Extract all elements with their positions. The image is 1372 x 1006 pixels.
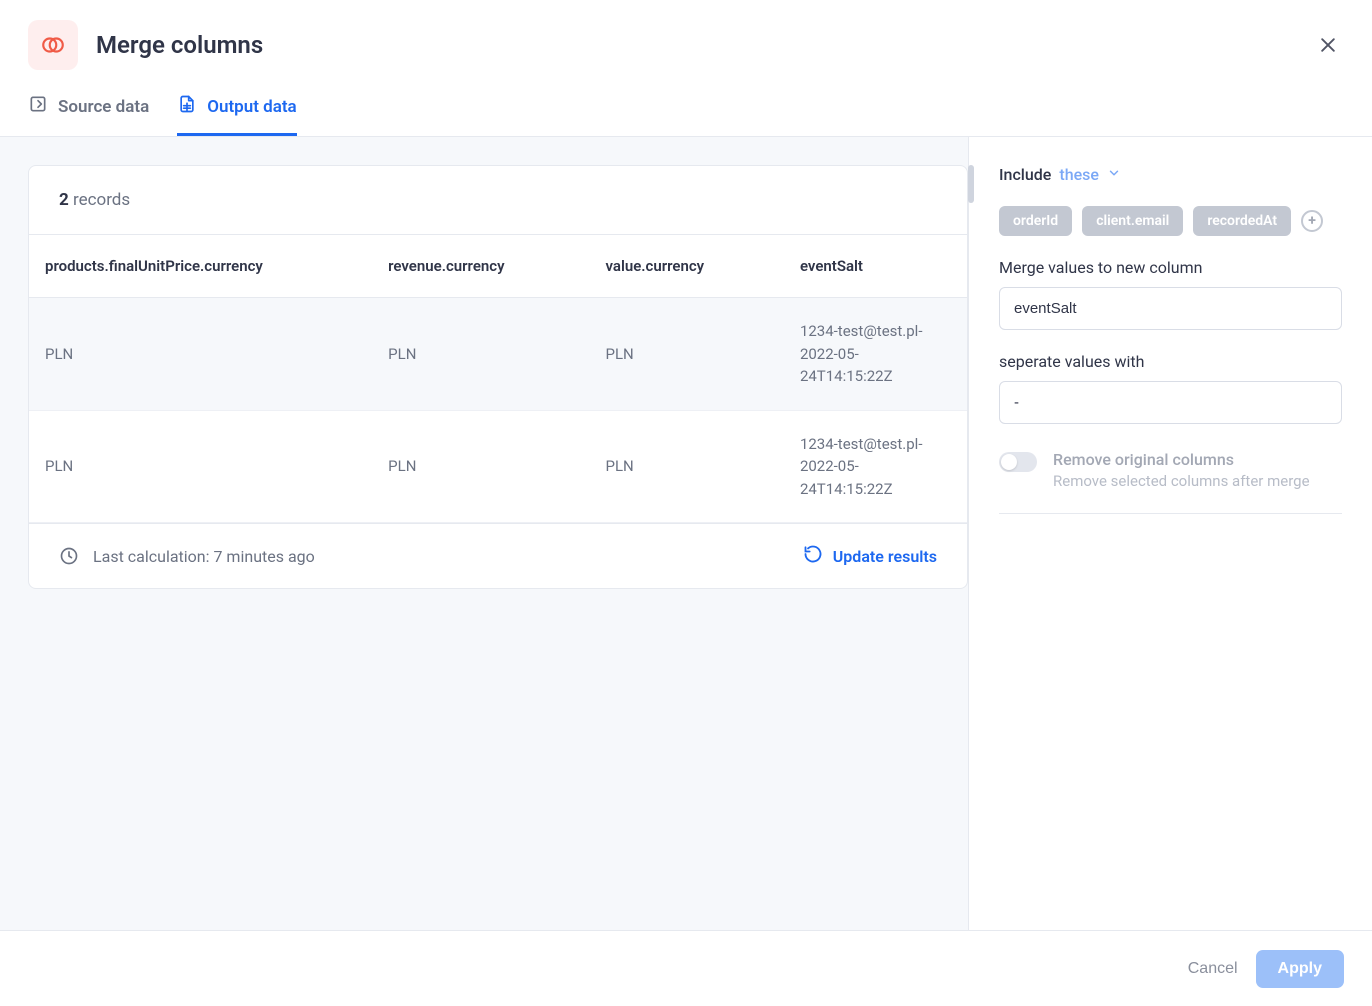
clock-icon bbox=[59, 546, 79, 566]
include-chips: orderId client.email recordedAt + bbox=[999, 206, 1342, 236]
column-header[interactable]: value.currency bbox=[589, 235, 783, 298]
last-calculation-text: Last calculation: 7 minutes ago bbox=[93, 547, 789, 566]
table-row: PLN PLN PLN 1234-test@test.pl-2022-05-24… bbox=[29, 298, 967, 411]
cell: 1234-test@test.pl-2022-05-24T14:15:22Z bbox=[784, 410, 967, 523]
cell: PLN bbox=[29, 410, 372, 523]
dialog-footer: Cancel Apply bbox=[0, 930, 1372, 1006]
cell: PLN bbox=[372, 298, 589, 411]
separator-input[interactable] bbox=[999, 381, 1342, 424]
cancel-button[interactable]: Cancel bbox=[1188, 960, 1238, 978]
results-card: 2 records products.finalUnitPrice.curren… bbox=[28, 165, 968, 589]
main-content: 2 records products.finalUnitPrice.curren… bbox=[0, 137, 968, 935]
table-row: PLN PLN PLN 1234-test@test.pl-2022-05-24… bbox=[29, 410, 967, 523]
cell: PLN bbox=[589, 298, 783, 411]
chevron-down-icon bbox=[1107, 165, 1121, 184]
tab-label: Source data bbox=[58, 97, 149, 117]
output-table: products.finalUnitPrice.currency revenue… bbox=[29, 235, 967, 523]
remove-original-toggle[interactable] bbox=[999, 452, 1037, 472]
include-label: Include bbox=[999, 165, 1051, 184]
cell: PLN bbox=[29, 298, 372, 411]
chip[interactable]: orderId bbox=[999, 206, 1072, 236]
output-data-icon bbox=[177, 94, 197, 119]
cell: PLN bbox=[589, 410, 783, 523]
tab-source-data[interactable]: Source data bbox=[28, 94, 149, 136]
chip[interactable]: client.email bbox=[1082, 206, 1183, 236]
merge-field-label: Merge values to new column bbox=[999, 258, 1342, 277]
update-results-button[interactable]: Update results bbox=[803, 544, 937, 568]
record-count: 2 records bbox=[29, 166, 967, 235]
separator-field-label: seperate values with bbox=[999, 352, 1342, 371]
source-data-icon bbox=[28, 94, 48, 119]
add-column-button[interactable]: + bbox=[1301, 210, 1323, 232]
apply-button[interactable]: Apply bbox=[1256, 950, 1344, 988]
config-sidebar: Include these orderId client.email recor… bbox=[968, 137, 1372, 935]
scrollbar-handle[interactable] bbox=[968, 165, 974, 203]
remove-original-desc: Remove selected columns after merge bbox=[1053, 471, 1310, 493]
include-mode-dropdown[interactable]: these bbox=[1059, 165, 1121, 184]
refresh-icon bbox=[803, 544, 823, 568]
cell: PLN bbox=[372, 410, 589, 523]
column-header[interactable]: eventSalt bbox=[784, 235, 967, 298]
new-column-name-input[interactable] bbox=[999, 287, 1342, 330]
chip[interactable]: recordedAt bbox=[1193, 206, 1291, 236]
remove-original-label: Remove original columns bbox=[1053, 450, 1310, 469]
tab-output-data[interactable]: Output data bbox=[177, 94, 296, 136]
close-button[interactable] bbox=[1312, 29, 1344, 61]
column-header[interactable]: revenue.currency bbox=[372, 235, 589, 298]
update-results-label: Update results bbox=[833, 547, 937, 566]
merge-columns-icon bbox=[28, 20, 78, 70]
cell: 1234-test@test.pl-2022-05-24T14:15:22Z bbox=[784, 298, 967, 411]
page-title: Merge columns bbox=[96, 31, 1294, 59]
column-header[interactable]: products.finalUnitPrice.currency bbox=[29, 235, 372, 298]
tab-label: Output data bbox=[207, 97, 296, 117]
